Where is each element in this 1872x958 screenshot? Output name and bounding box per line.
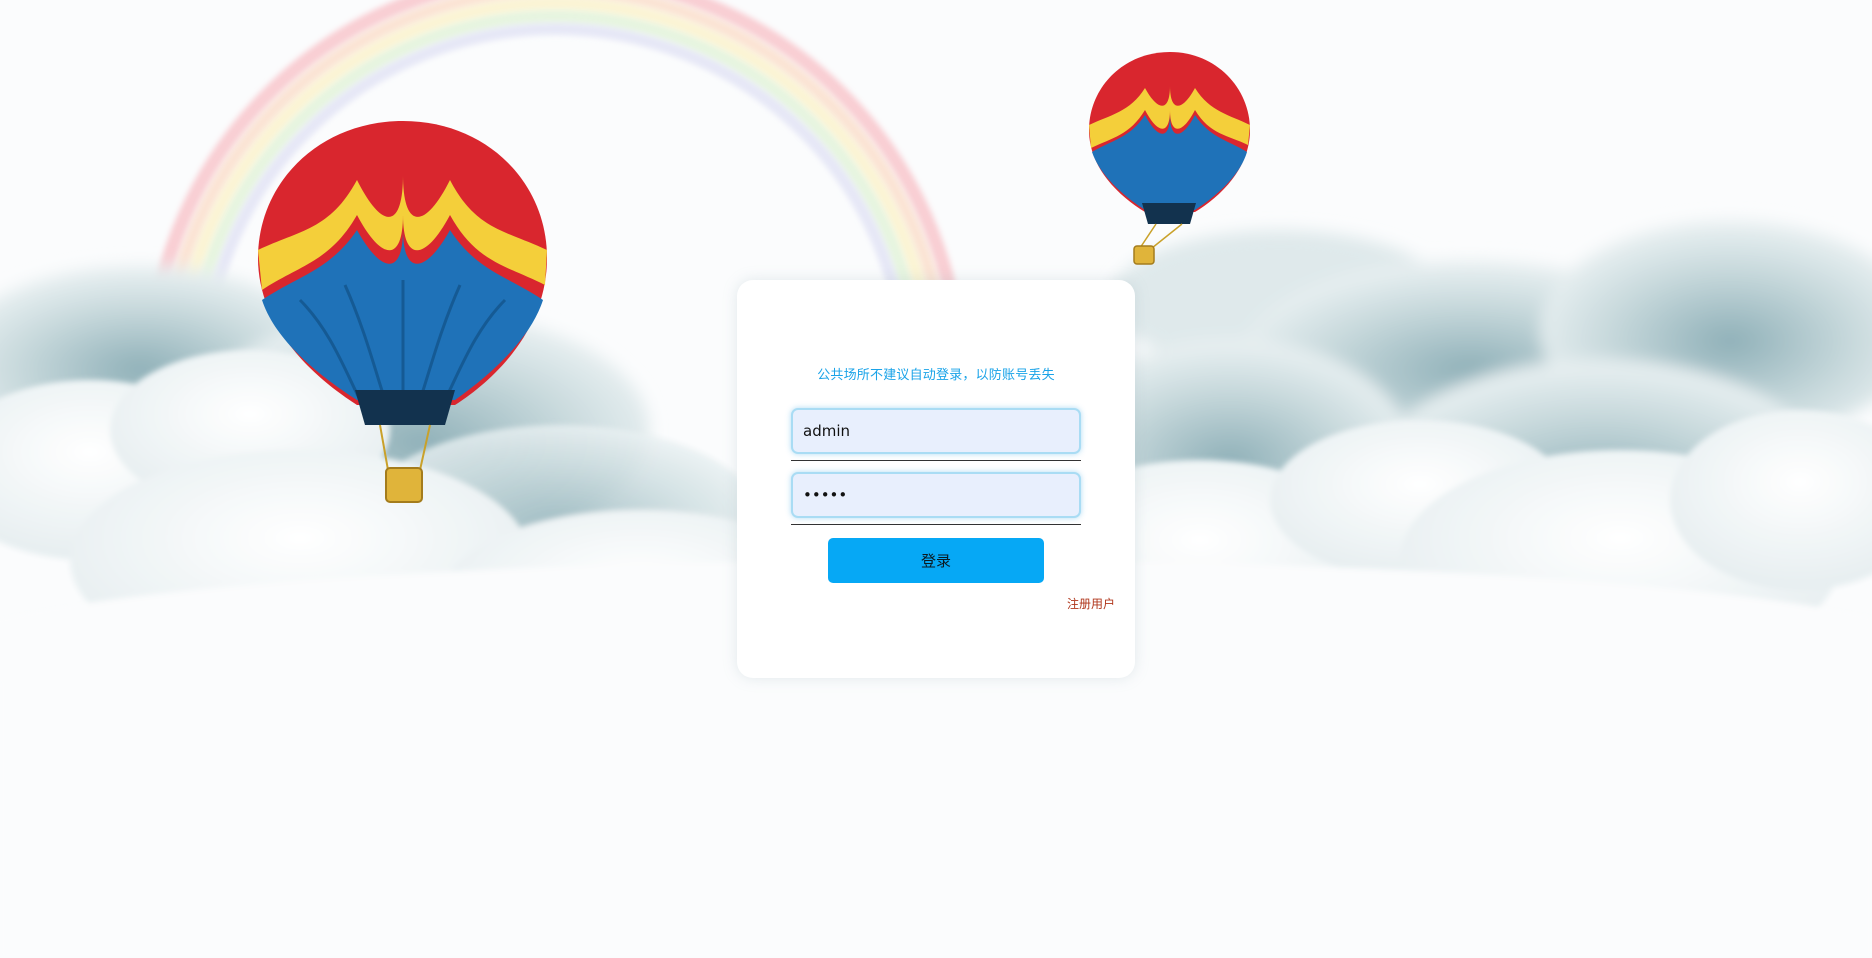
- register-link[interactable]: 注册用户: [1067, 595, 1115, 612]
- login-page: 公共场所不建议自动登录，以防账号丢失 登录 注册用户: [0, 0, 1872, 958]
- username-field-wrapper: [791, 408, 1081, 461]
- login-button[interactable]: 登录: [828, 538, 1044, 583]
- login-card: 公共场所不建议自动登录，以防账号丢失 登录 注册用户: [737, 280, 1135, 678]
- username-input[interactable]: [791, 408, 1081, 454]
- password-field-wrapper: [791, 472, 1081, 525]
- password-input[interactable]: [791, 472, 1081, 518]
- auto-login-notice: 公共场所不建议自动登录，以防账号丢失: [817, 368, 1055, 383]
- hot-air-balloon-small: [1089, 52, 1250, 265]
